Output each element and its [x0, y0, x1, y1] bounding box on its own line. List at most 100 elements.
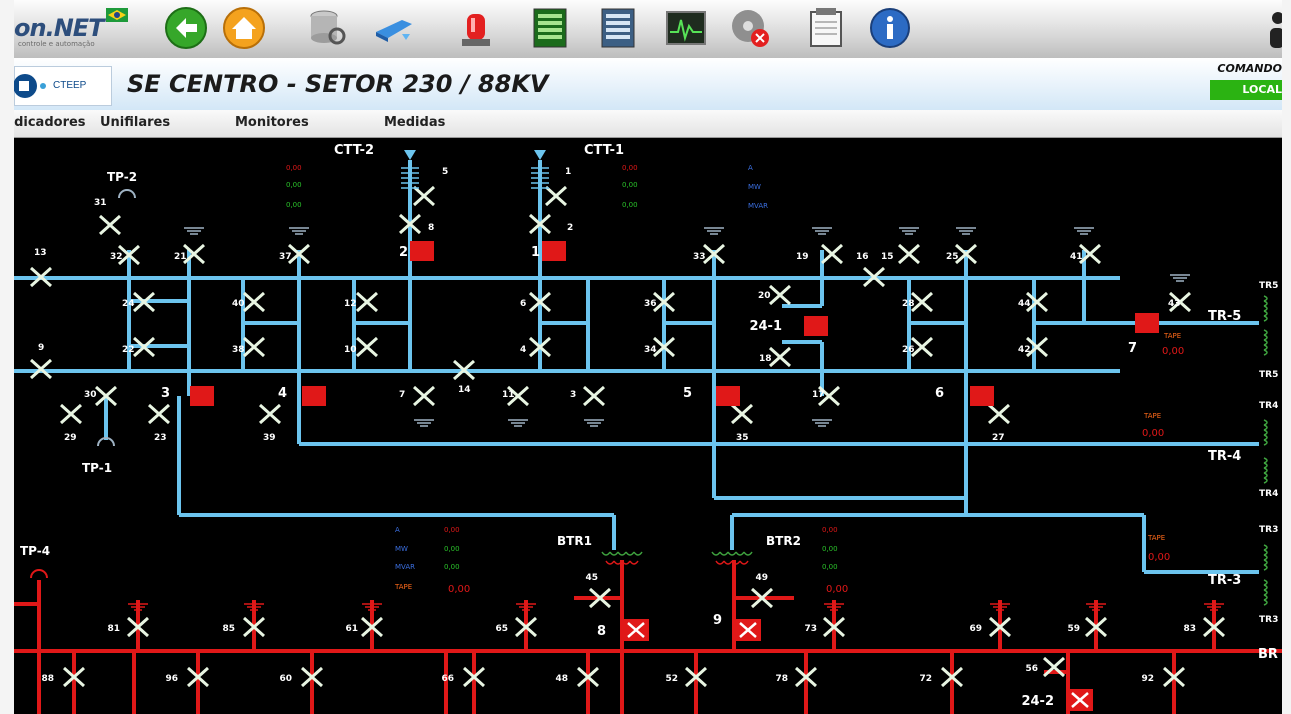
switch-78[interactable]: 78 — [775, 666, 818, 688]
switch-69[interactable]: 69 — [969, 616, 1012, 638]
switch-61[interactable]: 61 — [345, 616, 384, 638]
switch-27[interactable]: 27 — [987, 403, 1011, 443]
switch-96[interactable]: 96 — [165, 666, 210, 688]
switch-35[interactable]: 35 — [730, 403, 754, 443]
table-list-icon[interactable] — [596, 6, 640, 50]
switch-81[interactable]: 81 — [107, 616, 150, 638]
info-icon[interactable] — [868, 6, 912, 50]
switch-83[interactable]: 83 — [1183, 616, 1226, 638]
trend-monitor-icon[interactable] — [664, 6, 708, 50]
breaker-7[interactable]: 7 — [1128, 313, 1159, 356]
switch-18-label: 18 — [759, 354, 772, 364]
notepad-icon[interactable] — [804, 6, 848, 50]
switch-12[interactable]: 12 — [344, 291, 379, 313]
switch-7[interactable]: 7 — [399, 385, 436, 407]
switch-4[interactable]: 4 — [520, 336, 552, 358]
switch-13[interactable]: 13 — [29, 248, 53, 288]
breaker-2[interactable]: 2 — [399, 241, 434, 261]
switch-23[interactable]: 23 — [147, 403, 171, 443]
switch-52[interactable]: 52 — [665, 666, 708, 688]
switch-6[interactable]: 6 — [520, 291, 552, 313]
switch-14[interactable]: 14 — [452, 359, 476, 395]
switch-28-label: 28 — [902, 299, 915, 309]
switch-33[interactable]: 33 — [693, 243, 726, 265]
breaker-24-1[interactable]: 24-1 — [749, 316, 828, 336]
switch-72[interactable]: 72 — [919, 666, 964, 688]
home-icon[interactable] — [222, 6, 266, 50]
switch-37[interactable]: 37 — [279, 243, 311, 265]
breaker-24-2-label: 24-2 — [1021, 694, 1054, 709]
switch-52-label: 52 — [665, 674, 678, 684]
switch-1[interactable]: 1 — [544, 167, 571, 207]
user-icon[interactable] — [1266, 6, 1282, 50]
switch-30[interactable]: 30 — [84, 385, 118, 407]
ground-icon — [414, 419, 434, 427]
alarm-siren-icon[interactable] — [454, 6, 498, 50]
switch-34-label: 34 — [644, 345, 657, 355]
network-cloud-icon[interactable] — [372, 6, 416, 50]
ctt2-label: CTT-2 — [334, 143, 374, 158]
switch-45[interactable]: 45 — [585, 573, 612, 609]
switch-18[interactable]: 18 — [759, 346, 792, 368]
switch-5[interactable]: 5 — [412, 167, 448, 207]
tr3-bottom-label: TR3 — [1259, 615, 1278, 625]
breaker-1[interactable]: 1 — [531, 241, 566, 261]
switch-28[interactable]: 28 — [902, 291, 934, 313]
switch-10[interactable]: 10 — [344, 336, 379, 358]
switch-8[interactable]: 8 — [398, 213, 434, 235]
switch-31[interactable]: 31 — [94, 198, 122, 236]
menu-unifilares[interactable]: Unifilares — [100, 115, 170, 130]
switch-81-label: 81 — [107, 624, 120, 634]
breaker-24-2[interactable]: 24-2 — [1021, 689, 1093, 711]
switch-39[interactable]: 39 — [258, 403, 282, 443]
switch-36[interactable]: 36 — [644, 291, 676, 313]
switch-42-label: 42 — [1018, 345, 1031, 355]
menu-medidas[interactable]: Medidas — [384, 115, 445, 130]
ctt2-meas-mw: 0,00 — [286, 181, 302, 189]
command-local-button[interactable]: LOCAL — [1210, 80, 1282, 100]
database-search-icon[interactable] — [306, 6, 350, 50]
disk-error-icon[interactable] — [728, 6, 772, 50]
switch-49[interactable]: 49 — [750, 573, 774, 609]
switch-88[interactable]: 88 — [41, 666, 86, 688]
tr5-bottom-label: TR5 — [1259, 370, 1278, 380]
ctt1-meas-mw: 0,00 — [622, 181, 638, 189]
btr1-label: BTR1 — [557, 534, 592, 548]
switch-25[interactable]: 25 — [946, 243, 978, 265]
switch-73[interactable]: 73 — [804, 616, 846, 638]
tr3-tape-value: 0,00 — [1148, 552, 1170, 563]
switch-85[interactable]: 85 — [222, 616, 266, 638]
switch-61-label: 61 — [345, 624, 358, 634]
event-list-icon[interactable] — [528, 6, 572, 50]
breaker-5[interactable]: 5 — [683, 386, 740, 406]
switch-2[interactable]: 2 — [528, 213, 573, 235]
switch-32[interactable]: 32 — [110, 244, 141, 266]
switch-38[interactable]: 38 — [232, 336, 266, 358]
switch-26[interactable]: 26 — [902, 336, 934, 358]
switch-78-label: 78 — [775, 674, 788, 684]
switch-11[interactable]: 11 — [502, 385, 530, 407]
switch-3[interactable]: 3 — [570, 385, 606, 407]
menu-indicadores[interactable]: Indicadores — [14, 115, 86, 130]
switch-48[interactable]: 48 — [555, 666, 600, 688]
switch-59[interactable]: 59 — [1067, 616, 1108, 638]
switch-40[interactable]: 40 — [232, 291, 266, 313]
switch-20[interactable]: 20 — [758, 284, 792, 306]
switch-92[interactable]: 92 — [1141, 666, 1186, 688]
switch-43[interactable]: 43 — [1168, 291, 1192, 313]
back-arrow-icon[interactable] — [164, 6, 208, 50]
breaker-4[interactable]: 4 — [278, 386, 326, 406]
breaker-9[interactable]: 9 — [713, 613, 761, 641]
switch-16[interactable]: 16 — [856, 252, 886, 288]
switch-17[interactable]: 17 — [812, 385, 841, 407]
switch-60[interactable]: 60 — [279, 666, 324, 688]
switch-29[interactable]: 29 — [59, 403, 83, 443]
switch-19[interactable]: 19 — [796, 243, 844, 265]
switch-22-label: 22 — [122, 345, 135, 355]
menu-monitores[interactable]: Monitores — [235, 115, 309, 130]
tr5-tape-label: TAPE — [1163, 332, 1181, 340]
switch-15[interactable]: 15 — [881, 243, 921, 265]
switch-65[interactable]: 65 — [495, 616, 538, 638]
command-label: COMANDO — [1217, 62, 1282, 75]
switch-34[interactable]: 34 — [644, 336, 676, 358]
